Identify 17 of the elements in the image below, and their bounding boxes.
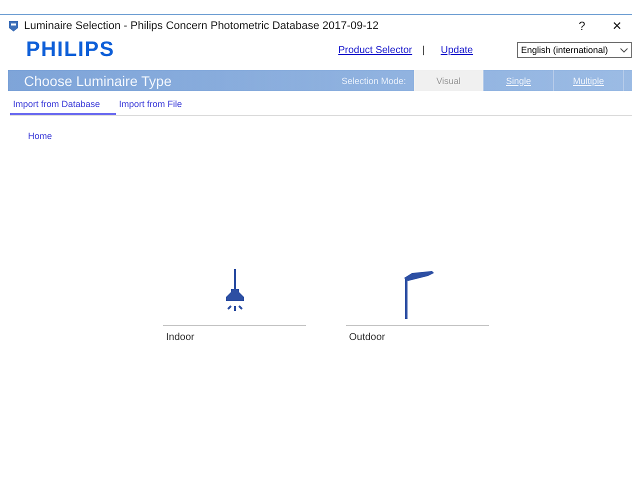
chevron-down-icon: [620, 48, 628, 52]
header-link[interactable]: Product Selector: [338, 44, 412, 56]
window-title: Luminaire Selection - Philips Concern Photometric Database 2017-09-12: [24, 20, 380, 32]
app-icon: [8, 20, 19, 32]
category-label[interactable]: Outdoor: [349, 332, 386, 343]
page-title: Choose Luminaire Type: [23, 72, 173, 91]
tab[interactable]: Import from File: [116, 95, 198, 115]
tab[interactable]: Import from Database: [10, 95, 116, 115]
link-separator: |: [422, 44, 425, 56]
category-label[interactable]: Indoor: [166, 332, 194, 343]
close-button[interactable]: ✕: [602, 19, 632, 33]
language-dropdown[interactable]: English (international): [517, 42, 632, 58]
breadcrumb-link[interactable]: Home: [28, 131, 52, 141]
logo: PHILIPS: [26, 38, 116, 62]
help-button[interactable]: ?: [567, 19, 597, 33]
mode-label: Selection Mode:: [341, 74, 407, 88]
header-link[interactable]: Update: [440, 44, 473, 56]
